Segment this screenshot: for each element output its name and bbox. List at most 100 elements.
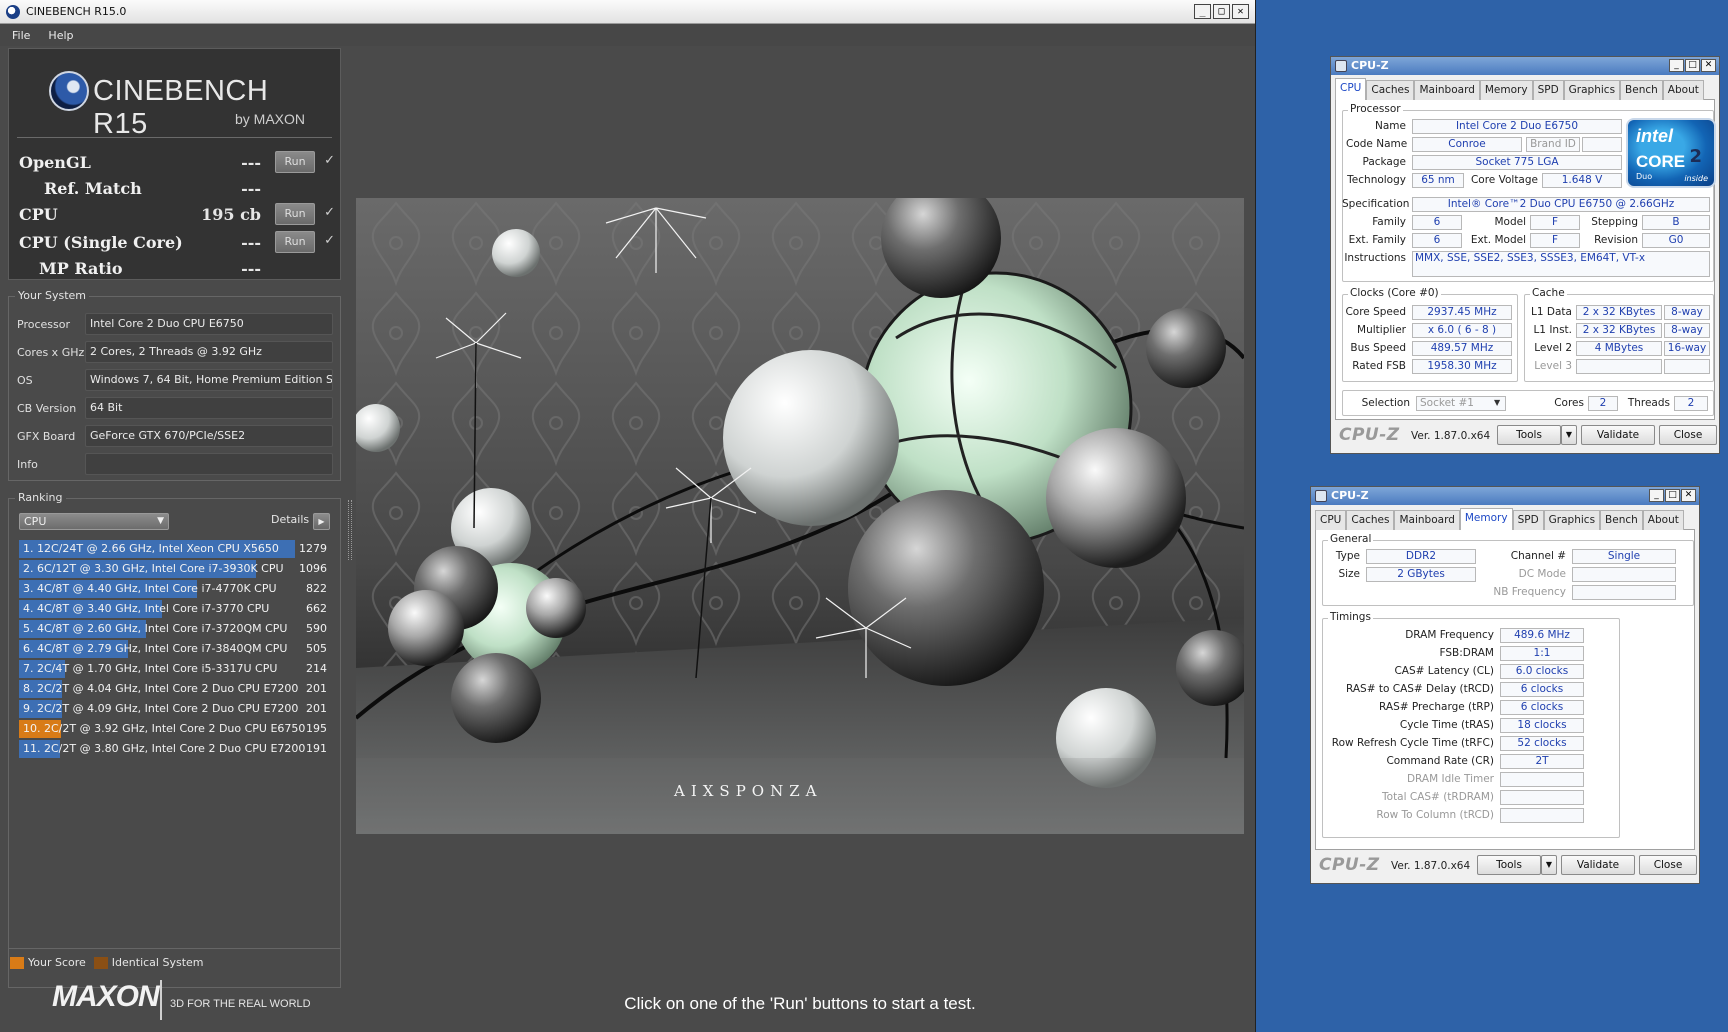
instructions-label: Instructions <box>1344 252 1406 264</box>
threads-label: Threads <box>1627 397 1670 409</box>
system-row-os: OS Windows 7, 64 Bit, Home Premium Editi… <box>17 368 335 392</box>
chevron-down-icon[interactable]: ▼ <box>1494 398 1500 407</box>
cpu-check-icon[interactable]: ✓ <box>324 205 335 220</box>
tab-caches[interactable]: Caches <box>1366 80 1415 100</box>
timing-label: FSB:DRAM <box>1439 647 1494 659</box>
instructions-value: MMX, SSE, SSE2, SSE3, SSSE3, EM64T, VT-x <box>1412 251 1710 277</box>
maxon-tagline: 3D FOR THE REAL WORLD <box>170 998 311 1010</box>
dcmode-value <box>1572 567 1676 582</box>
run-cpu-single-button[interactable]: Run <box>275 231 315 253</box>
tools-button[interactable]: Tools <box>1477 855 1541 875</box>
tab-spd[interactable]: SPD <box>1532 80 1564 100</box>
cpuz-tabs: CPU Caches Mainboard Memory SPD Graphics… <box>1315 508 1695 530</box>
ranking-row[interactable]: 11. 2C/2T @ 3.80 GHz, Intel Core 2 Duo C… <box>19 739 333 759</box>
minimize-button[interactable]: _ <box>1194 4 1211 19</box>
ranking-label: 8. 2C/2T @ 4.04 GHz, Intel Core 2 Duo CP… <box>23 682 299 695</box>
info-input[interactable] <box>85 453 333 475</box>
revision-label: Revision <box>1594 234 1638 246</box>
ranking-row[interactable]: 6. 4C/8T @ 2.79 GHz, Intel Core i7-3840Q… <box>19 639 333 659</box>
l1i-way: 8-way <box>1664 323 1710 338</box>
run-opengl-button[interactable]: Run <box>275 151 315 173</box>
ranking-row[interactable]: 4. 4C/8T @ 3.40 GHz, Intel Core i7-3770 … <box>19 599 333 619</box>
identical-swatch <box>93 956 108 969</box>
ranking-score: 201 <box>306 702 327 715</box>
ranking-row[interactable]: 7. 2C/4T @ 1.70 GHz, Intel Core i5-3317U… <box>19 659 333 679</box>
tools-dropdown-icon[interactable]: ▼ <box>1541 855 1557 875</box>
system-key: Cores x GHz <box>17 346 85 359</box>
technology-label: Technology <box>1347 174 1406 186</box>
cores-label: Cores <box>1554 397 1584 409</box>
model-value: F <box>1530 215 1580 230</box>
timing-label: DRAM Frequency <box>1405 629 1494 641</box>
legend-identical: Identical System <box>111 956 204 969</box>
tab-mainboard[interactable]: Mainboard <box>1394 510 1460 530</box>
minimize-button[interactable]: _ <box>1669 59 1684 72</box>
tab-graphics[interactable]: Graphics <box>1543 510 1601 530</box>
validate-button[interactable]: Validate <box>1581 425 1655 445</box>
tab-caches[interactable]: Caches <box>1346 510 1395 530</box>
maximize-button[interactable]: □ <box>1665 489 1680 502</box>
tab-cpu[interactable]: CPU <box>1315 510 1347 530</box>
close-button[interactable]: Close <box>1639 855 1697 875</box>
tab-cpu[interactable]: CPU <box>1335 78 1367 100</box>
close-button[interactable]: ✕ <box>1232 4 1249 19</box>
close-button[interactable]: ✕ <box>1681 489 1696 502</box>
minimize-button[interactable]: _ <box>1649 489 1664 502</box>
ranking-row[interactable]: 3. 4C/8T @ 4.40 GHz, Intel Core i7-4770K… <box>19 579 333 599</box>
bench-value: --- <box>241 259 261 278</box>
divider <box>8 948 341 949</box>
bench-value: 195 cb <box>201 205 261 224</box>
tools-button[interactable]: Tools <box>1497 425 1561 445</box>
ranking-row[interactable]: 10. 2C/2T @ 3.92 GHz, Intel Core 2 Duo C… <box>19 719 333 739</box>
ranking-label: 10. 2C/2T @ 3.92 GHz, Intel Core 2 Duo C… <box>23 722 306 735</box>
tab-bench[interactable]: Bench <box>1600 510 1643 530</box>
l1d-way: 8-way <box>1664 305 1710 320</box>
tab-graphics[interactable]: Graphics <box>1563 80 1621 100</box>
ranking-row[interactable]: 1. 12C/24T @ 2.66 GHz, Intel Xeon CPU X5… <box>19 539 333 559</box>
ranking-select[interactable]: CPU ▼ <box>19 513 169 530</box>
ratedfsb-label: Rated FSB <box>1352 360 1406 372</box>
menu-help[interactable]: Help <box>48 29 73 42</box>
close-button[interactable]: Close <box>1659 425 1717 445</box>
run-cpu-button[interactable]: Run <box>275 203 315 225</box>
maximize-button[interactable]: □ <box>1685 59 1700 72</box>
tab-mainboard[interactable]: Mainboard <box>1414 80 1480 100</box>
benchmark-panel: CINEBENCH R15 by MAXON OpenGL --- Run ✓ … <box>8 48 341 280</box>
ranking-label: 5. 4C/8T @ 2.60 GHz, Intel Core i7-3720Q… <box>23 622 288 635</box>
ranking-row[interactable]: 9. 2C/2T @ 4.09 GHz, Intel Core 2 Duo CP… <box>19 699 333 719</box>
details-label[interactable]: Details <box>271 513 309 526</box>
package-label: Package <box>1362 156 1406 168</box>
intel-core2-logo: intel 2 CORE Duo inside <box>1626 118 1716 188</box>
ranking-list: 1. 12C/24T @ 2.66 GHz, Intel Xeon CPU X5… <box>19 539 333 759</box>
maximize-button[interactable]: □ <box>1213 4 1230 19</box>
bench-label: Ref. Match <box>44 179 142 198</box>
ranking-row[interactable]: 2. 6C/12T @ 3.30 GHz, Intel Core i7-3930… <box>19 559 333 579</box>
menu-file[interactable]: File <box>12 29 30 42</box>
opengl-check-icon[interactable]: ✓ <box>324 153 335 168</box>
tab-bench[interactable]: Bench <box>1620 80 1663 100</box>
tab-memory[interactable]: Memory <box>1479 80 1533 100</box>
l1d-value: 2 x 32 KBytes <box>1576 305 1662 320</box>
close-button[interactable]: ✕ <box>1701 59 1716 72</box>
details-arrow-icon[interactable]: ▶ <box>313 513 330 530</box>
type-label: Type <box>1335 550 1360 562</box>
cinebench-logo: CINEBENCH R15 by MAXON <box>41 63 331 140</box>
tab-spd[interactable]: SPD <box>1512 510 1544 530</box>
timing-label: RAS# to CAS# Delay (tRCD) <box>1346 683 1494 695</box>
cinebench-titlebar: CINEBENCH R15.0 _ □ ✕ <box>0 0 1255 24</box>
tools-dropdown-icon[interactable]: ▼ <box>1561 425 1577 445</box>
timing-value: 18 clocks <box>1500 718 1584 733</box>
ranking-row[interactable]: 5. 4C/8T @ 2.60 GHz, Intel Core i7-3720Q… <box>19 619 333 639</box>
panel-splitter-handle[interactable] <box>348 500 352 560</box>
validate-button[interactable]: Validate <box>1561 855 1635 875</box>
tab-about[interactable]: About <box>1642 510 1684 530</box>
nbfreq-value <box>1572 585 1676 600</box>
logo-main: CINEBENCH R15 <box>93 75 269 140</box>
tab-about[interactable]: About <box>1662 80 1704 100</box>
bench-ref-match: Ref. Match --- <box>19 177 337 201</box>
bench-mp-ratio: MP Ratio --- <box>19 257 337 281</box>
ranking-row[interactable]: 8. 2C/2T @ 4.04 GHz, Intel Core 2 Duo CP… <box>19 679 333 699</box>
tab-memory[interactable]: Memory <box>1459 508 1513 530</box>
cpu-single-check-icon[interactable]: ✓ <box>324 233 335 248</box>
selection-select[interactable]: Socket #1 <box>1416 396 1506 411</box>
